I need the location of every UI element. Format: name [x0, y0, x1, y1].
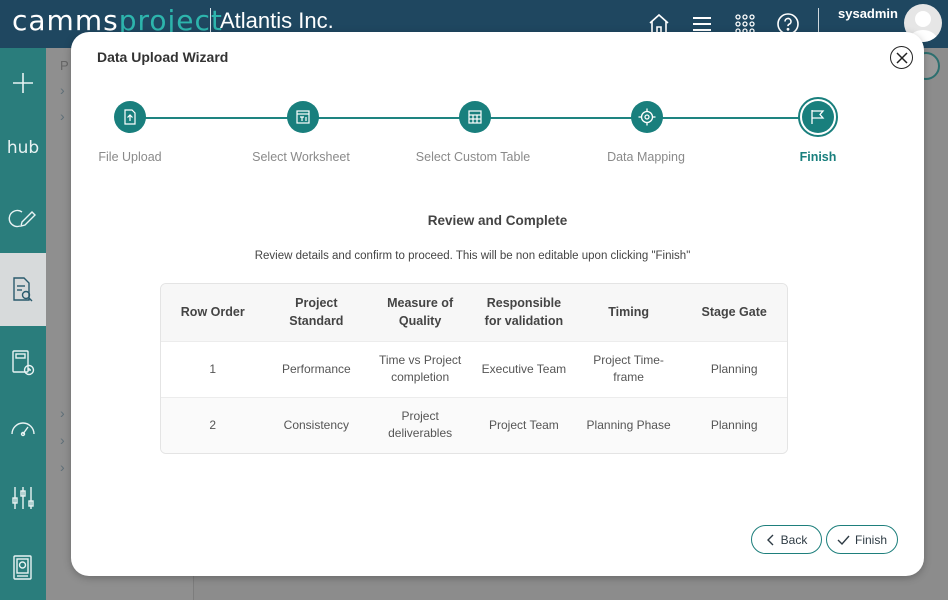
table-icon — [468, 110, 482, 124]
table-row: 2 Consistency Project deliverables Proje… — [161, 396, 787, 453]
finish-label: Finish — [854, 532, 887, 547]
target-icon — [638, 108, 656, 126]
table-cell: Performance — [264, 340, 369, 397]
step-label[interactable]: File Upload — [50, 150, 210, 164]
step-label[interactable]: Data Mapping — [566, 150, 726, 164]
chevron-right-icon: › — [60, 432, 65, 448]
hub-label: hub — [6, 138, 40, 158]
review-table: Row Order Project Standard Measure of Qu… — [160, 283, 788, 454]
back-button[interactable]: Back — [751, 525, 822, 554]
column-header: Row Order — [161, 284, 265, 341]
review-subtitle: Review details and confirm to proceed. T… — [254, 250, 691, 262]
table-cell: Project Team — [471, 396, 576, 453]
table-cell: Project deliverables — [368, 396, 472, 453]
edit-icon[interactable] — [0, 188, 46, 248]
back-label: Back — [780, 532, 808, 547]
flag-icon — [811, 110, 825, 124]
table-header-row: Row Order Project Standard Measure of Qu… — [161, 284, 787, 341]
dialog-title: Data Upload Wizard — [97, 49, 229, 65]
file-upload-icon — [124, 109, 136, 125]
table-cell: Time vs Project completion — [368, 340, 472, 397]
checkmark-icon — [837, 535, 850, 545]
company-name: Atlantis Inc. — [220, 8, 334, 33]
column-header: Responsible for validation — [471, 284, 576, 341]
step-finish[interactable] — [798, 97, 838, 137]
column-header: Project Standard — [264, 284, 369, 341]
review-title: Review and Complete — [427, 213, 568, 228]
gauge-icon[interactable] — [0, 398, 46, 458]
column-header: Stage Gate — [681, 284, 787, 341]
add-icon[interactable] — [0, 53, 46, 113]
finish-button[interactable]: Finish — [826, 525, 898, 554]
sidebar: hub — [0, 48, 46, 600]
step-label[interactable]: Select Custom Table — [393, 150, 553, 164]
table-cell: Planning — [681, 340, 787, 397]
calculator-icon[interactable] — [0, 333, 46, 393]
step-file-upload[interactable] — [114, 101, 146, 133]
table-cell: Executive Team — [471, 340, 576, 397]
table-row: 1 Performance Time vs Project completion… — [161, 340, 787, 397]
step-label[interactable]: Select Worksheet — [221, 150, 381, 164]
table-cell: Consistency — [264, 396, 369, 453]
sidebar-item-hub[interactable]: hub — [0, 118, 46, 178]
table-cell: Planning — [681, 396, 787, 453]
chevron-right-icon: › — [60, 459, 65, 475]
table-cell: Project Time-frame — [575, 340, 682, 397]
report-icon[interactable] — [0, 538, 46, 598]
step-select-custom-table[interactable] — [459, 101, 491, 133]
close-button[interactable] — [890, 46, 913, 69]
table-cell: 1 — [161, 340, 265, 397]
data-upload-wizard-dialog: Data Upload Wizard File Upload Select Wo… — [71, 32, 924, 576]
username[interactable]: sysadmin — [838, 6, 898, 21]
close-icon — [895, 51, 908, 64]
step-data-mapping[interactable] — [631, 101, 663, 133]
column-header: Measure of Quality — [368, 284, 472, 341]
worksheet-icon — [296, 110, 310, 124]
chevron-right-icon: › — [60, 405, 65, 421]
document-search-icon[interactable] — [0, 253, 46, 326]
table-cell: 2 — [161, 396, 265, 453]
table-cell: Planning Phase — [575, 396, 682, 453]
step-label-current[interactable]: Finish — [738, 150, 898, 164]
column-header: Timing — [575, 284, 682, 341]
background-letter: P — [60, 58, 69, 73]
chevron-right-icon: › — [60, 108, 65, 124]
step-select-worksheet[interactable] — [287, 101, 319, 133]
chevron-left-icon — [766, 534, 774, 545]
chevron-right-icon: › — [60, 82, 65, 98]
tools-icon[interactable] — [0, 468, 46, 528]
